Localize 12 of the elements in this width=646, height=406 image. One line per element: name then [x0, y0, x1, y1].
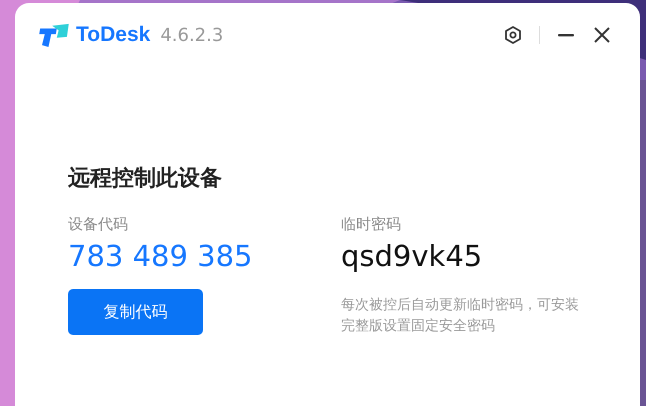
hint-text: 每次被控后自动更新临时密码，可安装完整版设置固定安全密码: [341, 296, 580, 336]
settings-icon[interactable]: [503, 25, 523, 45]
app-name: ToDesk: [76, 23, 150, 47]
logo-icon: [38, 23, 70, 47]
temp-password-label: 临时密码: [341, 215, 401, 234]
section-title: 远程控制此设备: [68, 165, 223, 193]
app-version: 4.6.2.3: [160, 24, 224, 46]
copy-code-button[interactable]: 复制代码: [68, 289, 203, 335]
close-icon[interactable]: [592, 25, 612, 45]
temp-password: qsd9vk45: [341, 239, 482, 273]
device-code-label: 设备代码: [68, 215, 128, 234]
device-code: 783 489 385: [68, 239, 252, 273]
